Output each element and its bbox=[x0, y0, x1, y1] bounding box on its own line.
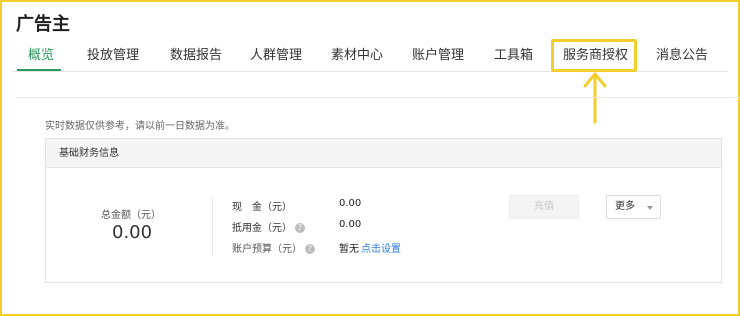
tab-overview[interactable]: 概览 bbox=[28, 38, 54, 72]
help-icon[interactable]: ? bbox=[305, 244, 315, 254]
cash-value: 0.00 bbox=[339, 198, 362, 209]
credit-row: 抵用金（元）? bbox=[232, 219, 305, 234]
chevron-down-icon bbox=[647, 206, 653, 210]
help-icon[interactable]: ? bbox=[295, 223, 305, 233]
finance-card: 基础财务信息 总金额（元） 0.00 现 金（元） 0.00 抵用金（元）? 0… bbox=[45, 138, 722, 283]
budget-label: 账户预算（元） bbox=[232, 244, 302, 255]
tab-audience-management[interactable]: 人群管理 bbox=[250, 38, 302, 72]
highlight-box bbox=[551, 39, 637, 72]
total-amount-label: 总金额（元） bbox=[101, 210, 161, 221]
finance-card-header: 基础财务信息 bbox=[46, 139, 721, 168]
credit-value: 0.00 bbox=[339, 219, 362, 230]
budget-row: 账户预算（元）? bbox=[232, 240, 315, 255]
total-amount-value: 0.00 bbox=[112, 222, 153, 243]
budget-value: 暂无 bbox=[339, 244, 359, 255]
tab-toolbox[interactable]: 工具箱 bbox=[494, 38, 533, 72]
more-dropdown-button[interactable]: 更多 bbox=[606, 195, 661, 219]
app-title: 广告主 bbox=[16, 14, 70, 35]
realtime-data-notice: 实时数据仅供参考，请以前一日数据为准。 bbox=[45, 121, 235, 132]
tab-material-center[interactable]: 素材中心 bbox=[331, 38, 383, 72]
cash-label: 现 金（元） bbox=[232, 202, 292, 213]
recharge-button[interactable]: 充值 bbox=[509, 195, 579, 219]
tab-data-reports[interactable]: 数据报告 bbox=[170, 38, 222, 72]
budget-value-row: 暂无 点击设置 bbox=[339, 240, 401, 255]
vertical-divider bbox=[212, 197, 213, 255]
tab-account-management[interactable]: 账户管理 bbox=[412, 38, 464, 72]
credit-label: 抵用金（元） bbox=[232, 223, 292, 234]
more-label: 更多 bbox=[615, 201, 635, 212]
tab-campaign-management[interactable]: 投放管理 bbox=[87, 38, 139, 72]
tab-announcements[interactable]: 消息公告 bbox=[656, 38, 708, 72]
set-budget-link[interactable]: 点击设置 bbox=[361, 244, 401, 255]
